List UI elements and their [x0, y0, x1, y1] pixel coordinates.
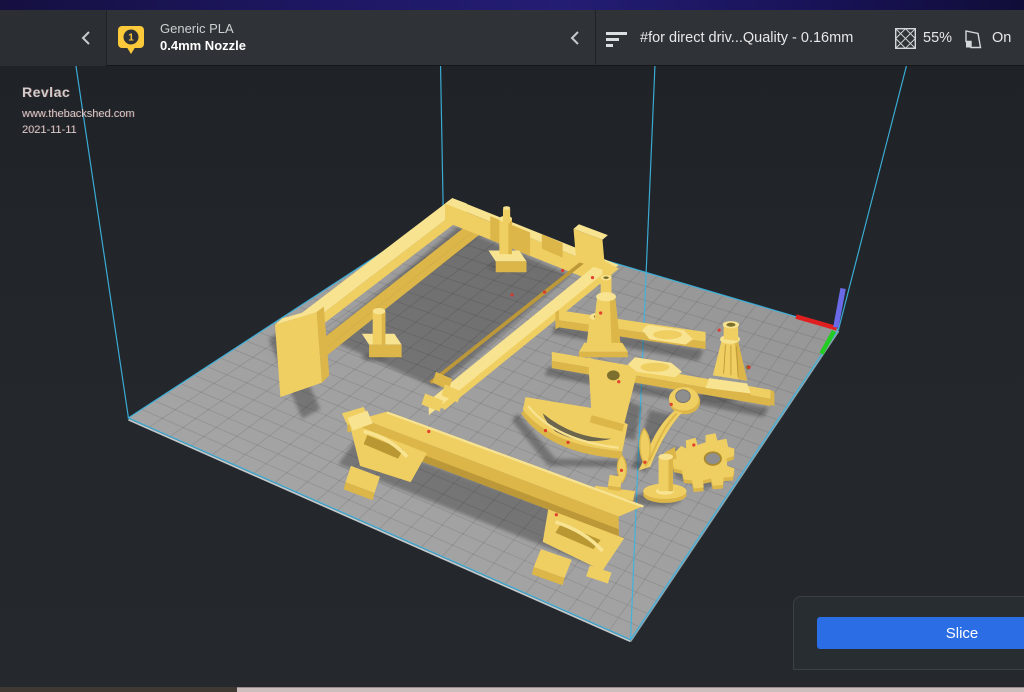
action-panel: Slice: [793, 596, 1024, 670]
extruder-badge[interactable]: 1: [116, 23, 146, 55]
cura-window: 1 Generic PLA 0.4mm Nozzle #for direct d…: [0, 0, 1024, 692]
toolbar-divider: [106, 10, 107, 66]
support-icon: [963, 29, 983, 54]
bottom-screen-edge: [0, 687, 1024, 692]
infill-percentage[interactable]: 55%: [923, 22, 952, 54]
slice-button[interactable]: Slice: [817, 617, 1024, 649]
extruder-icon: 1: [116, 23, 146, 55]
nozzle-size[interactable]: 0.4mm Nozzle: [160, 38, 246, 53]
print-settings-icon: [606, 30, 630, 53]
collapse-printer-chevron[interactable]: [76, 30, 94, 46]
svg-text:1: 1: [128, 33, 134, 44]
print-settings-summary[interactable]: #for direct driv...Quality - 0.16mm: [640, 22, 853, 54]
toolbar-divider: [595, 10, 596, 66]
bottom-edge-dark-segment: [0, 687, 237, 692]
configuration-toolbar: 1 Generic PLA 0.4mm Nozzle #for direct d…: [0, 10, 1024, 66]
support-state[interactable]: On: [992, 22, 1011, 54]
viewport-3d[interactable]: Revlac www.thebackshed.com 2021-11-11 Sl…: [0, 66, 1024, 692]
watermark: Revlac www.thebackshed.com 2021-11-11: [22, 84, 135, 138]
material-name[interactable]: Generic PLA: [160, 21, 234, 36]
bottom-edge-light-segment: [237, 687, 1024, 692]
chevron-left-icon: [569, 30, 580, 46]
watermark-title: Revlac: [22, 84, 135, 100]
chevron-left-icon: [80, 30, 91, 46]
infill-icon: [895, 28, 916, 54]
watermark-date: 2021-11-11: [22, 122, 135, 138]
collapse-settings-chevron[interactable]: [565, 30, 583, 46]
watermark-url: www.thebackshed.com: [22, 106, 135, 122]
window-top-accent: [0, 0, 1024, 10]
